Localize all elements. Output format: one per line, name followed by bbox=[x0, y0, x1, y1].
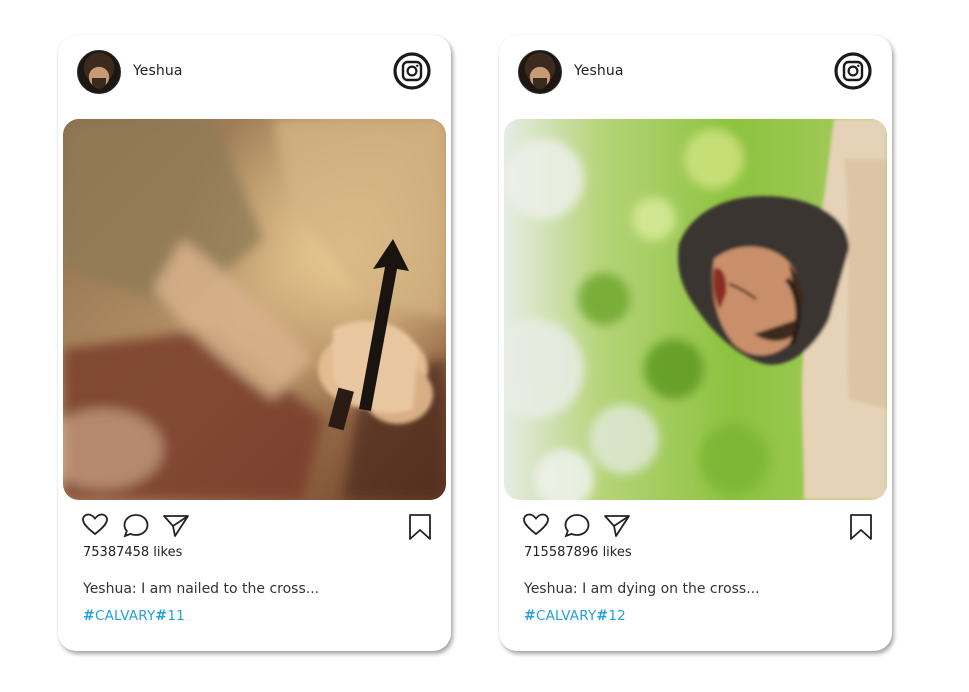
share-icon[interactable] bbox=[162, 513, 190, 539]
hashtag-link[interactable]: #12 bbox=[596, 608, 626, 624]
post-card: Yeshua bbox=[499, 35, 892, 651]
likes-count[interactable]: 75387458 likes bbox=[83, 545, 182, 560]
heart-icon[interactable] bbox=[81, 513, 109, 537]
post-image[interactable] bbox=[504, 119, 887, 500]
share-icon[interactable] bbox=[603, 513, 631, 539]
hashtag-link[interactable]: #11 bbox=[155, 608, 185, 624]
heart-icon[interactable] bbox=[522, 513, 550, 537]
avatar[interactable] bbox=[77, 50, 121, 94]
username[interactable]: Yeshua bbox=[574, 63, 624, 79]
avatar[interactable] bbox=[518, 50, 562, 94]
instagram-icon[interactable] bbox=[834, 52, 872, 90]
username[interactable]: Yeshua bbox=[133, 63, 183, 79]
bookmark-icon[interactable] bbox=[408, 513, 432, 541]
likes-count[interactable]: 715587896 likes bbox=[524, 545, 632, 560]
caption: Yeshua: I am nailed to the cross... bbox=[83, 581, 320, 597]
action-bar bbox=[81, 513, 432, 541]
caption: Yeshua: I am dying on the cross... bbox=[524, 581, 760, 597]
action-bar bbox=[522, 513, 873, 541]
post-card: Yeshua bbox=[58, 35, 451, 651]
hashtags: #CALVARY#12 bbox=[524, 608, 626, 624]
hashtags: #CALVARY#11 bbox=[83, 608, 185, 624]
instagram-icon[interactable] bbox=[393, 52, 431, 90]
bookmark-icon[interactable] bbox=[849, 513, 873, 541]
post-image[interactable] bbox=[63, 119, 446, 500]
comment-icon[interactable] bbox=[563, 513, 591, 539]
hashtag-link[interactable]: #CALVARY bbox=[83, 608, 155, 624]
hashtag-link[interactable]: #CALVARY bbox=[524, 608, 596, 624]
comment-icon[interactable] bbox=[122, 513, 150, 539]
